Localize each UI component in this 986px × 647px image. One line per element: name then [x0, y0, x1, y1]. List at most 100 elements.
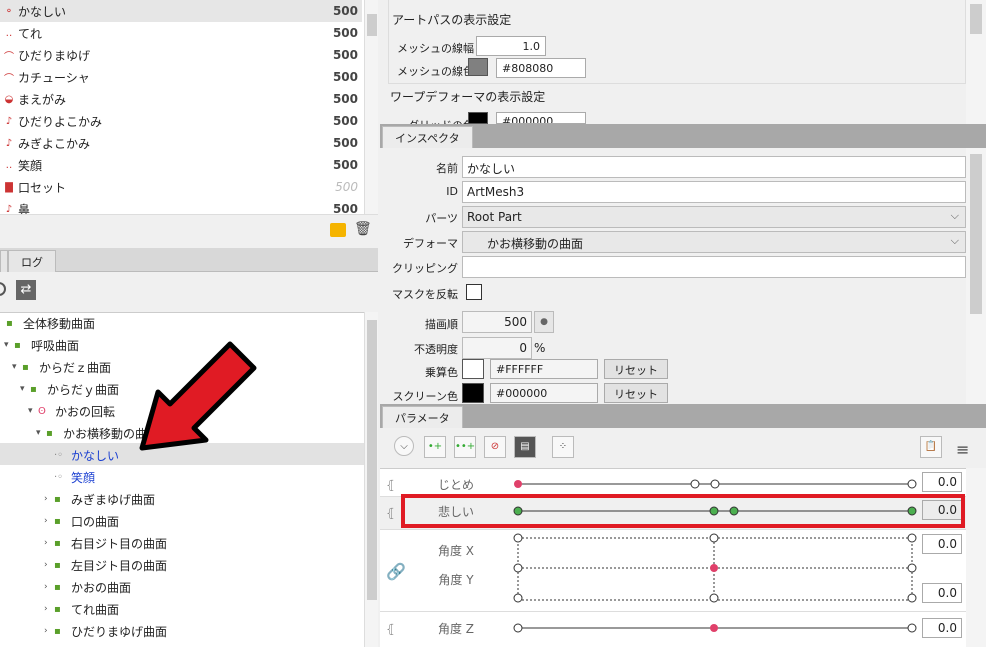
blend-icon[interactable]: ⁘ [552, 436, 574, 458]
tree-item[interactable]: › ▪ 右目ジト目の曲面 [44, 532, 167, 554]
id-field[interactable]: ArtMesh3 [462, 181, 966, 203]
parts-list-scrollbar[interactable] [364, 0, 378, 214]
tree-item[interactable]: › ▪ ひだりまゆげ曲面 [44, 620, 167, 642]
draw-order-step-icon[interactable]: ● [534, 311, 554, 333]
tree-item[interactable]: › ▪ かおの曲面 [44, 576, 131, 598]
param-value[interactable]: 0.0 [922, 618, 962, 638]
part-list-item[interactable]: ♪ みぎよこかみ 500 [0, 132, 362, 154]
expand-caret-icon[interactable]: › [44, 582, 54, 592]
clipping-field[interactable] [462, 256, 966, 278]
param-2d-grid[interactable] [510, 532, 920, 604]
expand-caret-icon[interactable]: ▾ [4, 340, 14, 350]
tree-item[interactable]: › ▪ 左目ジト目の曲面 [44, 554, 167, 576]
expand-caret-icon[interactable]: › [44, 538, 54, 548]
chain-link-icon[interactable]: 🔗 [386, 562, 406, 581]
keyform-grid-icon[interactable]: ▤ [514, 436, 536, 458]
expand-caret-icon[interactable]: ▾ [20, 384, 30, 394]
artpath-title: アートパスの表示設定 [392, 13, 512, 27]
tree-item[interactable]: ▾ ▪ からだｙ曲面 [20, 378, 119, 400]
grid-color-swatch[interactable] [468, 112, 488, 124]
tree-item[interactable]: › ▪ みぎまゆげ曲面 [44, 488, 155, 510]
warp-title: ワープデフォーマの表示設定 [390, 90, 546, 104]
expand-caret-icon[interactable]: › [44, 560, 54, 570]
param-name: 角度 Z [437, 622, 475, 636]
parameter-scrollbar[interactable] [966, 468, 986, 647]
tree-scrollbar[interactable] [364, 312, 378, 647]
mesh-color-field[interactable]: #808080 [496, 58, 586, 78]
multiply-color-field[interactable]: #FFFFFF [490, 359, 598, 379]
part-list-item[interactable]: ◒ まえがみ 500 [0, 88, 362, 110]
grid-color-field[interactable]: #000000 [496, 112, 586, 124]
swap-icon[interactable]: ⇄ [16, 280, 36, 300]
scrollbar-thumb[interactable] [367, 320, 377, 600]
expand-caret-icon[interactable]: ▾ [12, 362, 22, 372]
tab-parameter[interactable]: パラメータ [382, 406, 463, 428]
opacity-field[interactable]: 0 [462, 337, 532, 359]
multiply-reset-button[interactable]: リセット [604, 359, 668, 379]
mesh-width-field[interactable]: 1.0 [476, 36, 546, 56]
part-list-item[interactable]: ⌒ カチューシャ 500 [0, 66, 362, 88]
tree-toolbar: ⇄ [0, 272, 378, 312]
deformer-icon: ▪ [54, 581, 61, 593]
display-scrollbar[interactable] [966, 0, 986, 124]
expand-caret-icon[interactable]: › [44, 494, 54, 504]
part-list-item[interactable]: ♪ ひだりよこかみ 500 [0, 110, 362, 132]
tree-item[interactable]: ▪ 全体移動曲面 [0, 312, 95, 334]
tree-item[interactable]: › ▪ 口の曲面 [44, 510, 119, 532]
tree-item[interactable]: ▾ ▪ 呼吸曲面 [4, 334, 79, 356]
mask-invert-checkbox[interactable] [466, 284, 482, 300]
folder-add-icon[interactable] [330, 223, 346, 237]
mesh-color-label: メッシュの線色 [397, 65, 474, 78]
tab-hidden[interactable] [0, 250, 8, 272]
add-key-icon[interactable]: •+ [424, 436, 446, 458]
link-icon[interactable]: ⦃ [386, 478, 395, 492]
deformer-select[interactable]: かお横移動の曲面 ⌵ [462, 231, 966, 253]
mesh-color-swatch[interactable] [468, 58, 488, 76]
delete-key-icon[interactable]: ⊘ [484, 436, 506, 458]
param-slider[interactable] [510, 618, 920, 638]
tree-item[interactable]: ▾ ▪ からだｚ曲面 [12, 356, 111, 378]
link-icon[interactable]: ⦃ [386, 506, 395, 520]
expand-caret-icon[interactable]: › [44, 516, 54, 526]
parts-select[interactable]: Root Part ⌵ [462, 206, 966, 228]
param-value[interactable]: 0.0 [922, 472, 962, 492]
expand-caret-icon[interactable]: ▾ [36, 428, 46, 438]
part-list-item[interactable]: ⌒ ひだりまゆげ 500 [0, 44, 362, 66]
parameter-tab-bar: パラメータ [380, 404, 986, 428]
deformer-icon: ▪ [54, 515, 61, 527]
param-slider[interactable] [510, 474, 920, 494]
expand-caret-icon[interactable]: ▾ [28, 406, 38, 416]
tab-log[interactable]: ログ [8, 250, 56, 272]
circle-icon[interactable] [0, 282, 6, 296]
tree-item[interactable]: ·◦ かなしい [44, 444, 119, 466]
draw-order-field[interactable]: 500 [462, 311, 532, 333]
add-3key-icon[interactable]: ••+ [454, 436, 476, 458]
tree-item[interactable]: ▾ ʘ かおの回転 [28, 400, 115, 422]
tree-item[interactable]: ·◦ 笑顔 [44, 466, 95, 488]
inspector-scrollbar[interactable] [966, 148, 986, 404]
link-icon[interactable]: ⦃ [386, 622, 395, 636]
clipboard-icon[interactable]: 📋 [920, 436, 942, 458]
part-list-item[interactable]: ⚬ かなしい 500 [0, 0, 362, 22]
param-value[interactable]: 0.0 [922, 534, 962, 554]
scrollbar-thumb[interactable] [970, 4, 982, 34]
left-tab-bar: ログ [0, 248, 378, 272]
name-field[interactable]: かなしい [462, 156, 966, 178]
screen-color-field[interactable]: #000000 [490, 383, 598, 403]
part-list-item[interactable]: ▇ 口セット 500 [0, 176, 362, 198]
part-list-item[interactable]: ‥ てれ 500 [0, 22, 362, 44]
part-list-item[interactable]: ‥ 笑顔 500 [0, 154, 362, 176]
multiply-color-swatch[interactable] [462, 359, 484, 379]
scrollbar-thumb[interactable] [367, 14, 377, 36]
scrollbar-thumb[interactable] [970, 154, 982, 314]
trash-icon[interactable]: 🗑 [354, 221, 372, 237]
screen-reset-button[interactable]: リセット [604, 383, 668, 403]
expand-caret-icon[interactable]: › [44, 626, 54, 636]
tab-inspector[interactable]: インスペクタ [382, 126, 473, 148]
screen-color-swatch[interactable] [462, 383, 484, 403]
collapse-icon[interactable]: ⌵ [394, 436, 414, 456]
param-value[interactable]: 0.0 [922, 583, 962, 603]
menu-icon[interactable]: ≡ [956, 440, 969, 459]
tree-item[interactable]: › ▪ てれ曲面 [44, 598, 119, 620]
expand-caret-icon[interactable]: › [44, 604, 54, 614]
